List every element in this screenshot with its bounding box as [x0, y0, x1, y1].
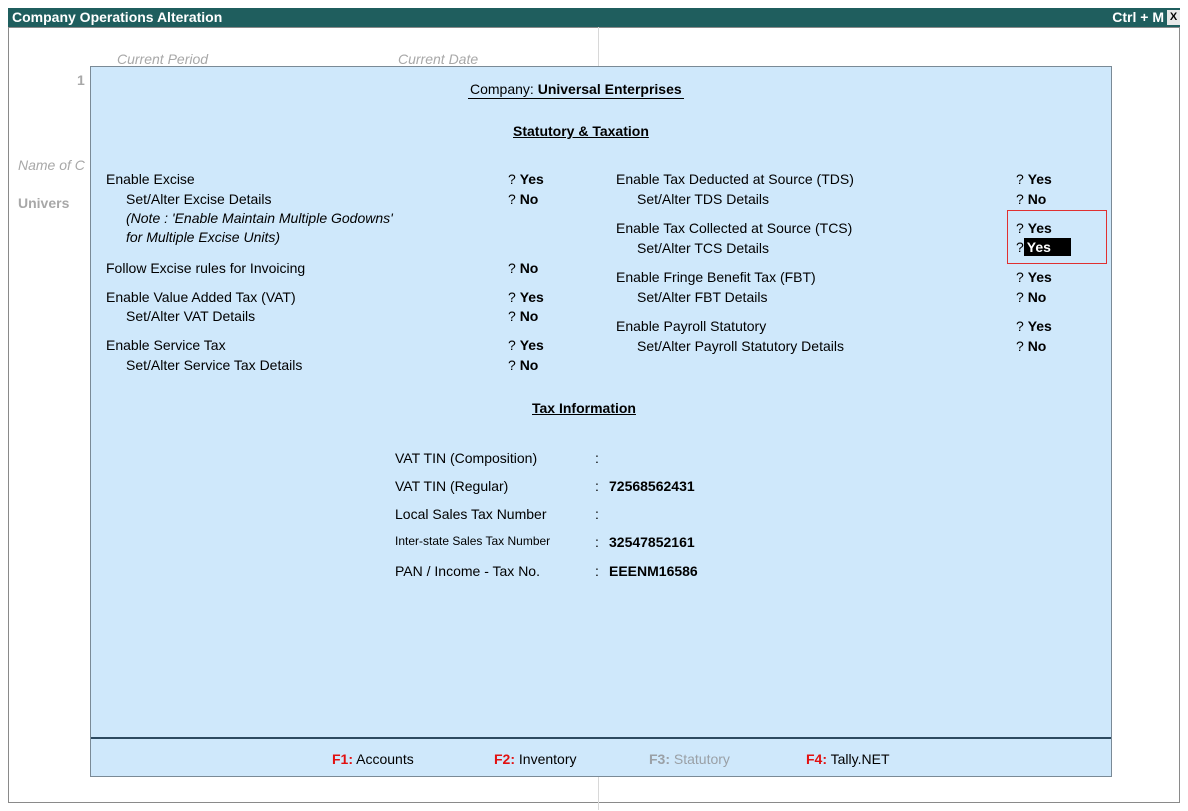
excise-details-label: Set/Alter Excise Details [126, 191, 272, 207]
shortcut-label: Ctrl + M [1112, 9, 1164, 25]
enable-payroll-field[interactable]: ? Yes [1016, 318, 1052, 334]
tds-details-label: Set/Alter TDS Details [637, 191, 770, 207]
enable-excise-field[interactable]: ? Yes [508, 171, 544, 187]
statutory-panel: Company: Universal Enterprises Statutory… [90, 66, 1112, 777]
payroll-details-label: Set/Alter Payroll Statutory Details [637, 338, 844, 354]
tcs-details-label: Set/Alter TCS Details [637, 240, 770, 256]
enable-tds-field[interactable]: ? Yes [1016, 171, 1052, 187]
pan-field[interactable]: EEENM16586 [609, 563, 698, 579]
pan-label: PAN / Income - Tax No. [395, 563, 540, 579]
fbt-details-label: Set/Alter FBT Details [637, 289, 768, 305]
interstate-sales-tax-colon: : [595, 534, 599, 550]
local-sales-tax-colon: : [595, 506, 599, 522]
interstate-sales-tax-label: Inter-state Sales Tax Number [395, 534, 551, 548]
local-sales-tax-label: Local Sales Tax Number [395, 506, 547, 522]
fbt-details-field[interactable]: ? No [1016, 289, 1046, 305]
vat-tin-regular-field[interactable]: 72568562431 [609, 478, 695, 494]
vat-tin-composition-label: VAT TIN (Composition) [395, 450, 538, 466]
pan-colon: : [595, 563, 599, 579]
enable-fbt-label: Enable Fringe Benefit Tax (FBT) [616, 269, 816, 285]
company-label: Company: [470, 81, 534, 97]
close-icon[interactable]: X [1167, 10, 1180, 25]
vat-tin-regular-label: VAT TIN (Regular) [395, 478, 509, 494]
excise-note-line2: for Multiple Excise Units) [126, 229, 281, 245]
payroll-details-field[interactable]: ? No [1016, 338, 1046, 354]
tax-info-section-title: Tax Information [532, 400, 636, 416]
excise-invoicing-field[interactable]: ? No [508, 260, 538, 276]
enable-excise-label: Enable Excise [106, 171, 195, 187]
f1-accounts-button[interactable]: F1: Accounts [332, 751, 414, 767]
f3-statutory-button: F3: Statutory [649, 751, 730, 767]
enable-service-tax-label: Enable Service Tax [106, 337, 226, 353]
vat-tin-composition-colon: : [595, 450, 599, 466]
footer-divider [91, 737, 1111, 739]
interstate-sales-tax-field[interactable]: 32547852161 [609, 534, 695, 550]
vat-tin-regular-colon: : [595, 478, 599, 494]
statutory-section-title: Statutory & Taxation [513, 123, 649, 139]
service-tax-details-field[interactable]: ? No [508, 357, 538, 373]
enable-tcs-label: Enable Tax Collected at Source (TCS) [616, 220, 853, 236]
company-name-label-partial: Name of C [18, 157, 85, 173]
service-tax-details-label: Set/Alter Service Tax Details [126, 357, 303, 373]
current-period-label: Current Period [117, 51, 209, 67]
period-value-partial: 1 [77, 72, 85, 88]
enable-vat-label: Enable Value Added Tax (VAT) [106, 289, 296, 305]
f2-inventory-button[interactable]: F2: Inventory [494, 751, 576, 767]
excise-details-field[interactable]: ? No [508, 191, 538, 207]
tds-details-field[interactable]: ? No [1016, 191, 1046, 207]
enable-tds-label: Enable Tax Deducted at Source (TDS) [616, 171, 854, 187]
enable-vat-field[interactable]: ? Yes [508, 289, 544, 305]
enable-fbt-field[interactable]: ? Yes [1016, 269, 1052, 285]
vat-details-label: Set/Alter VAT Details [126, 308, 256, 324]
f4-tallynet-button[interactable]: F4: Tally.NET [806, 751, 890, 767]
vat-details-field[interactable]: ? No [508, 308, 538, 324]
company-name-partial: Univers [18, 195, 70, 211]
enable-payroll-label: Enable Payroll Statutory [616, 318, 767, 334]
window-titlebar: Company Operations Alteration Ctrl + M X [8, 8, 1180, 27]
excise-note-line1: (Note : 'Enable Maintain Multiple Godown… [126, 210, 393, 226]
company-name: Universal Enterprises [537, 81, 682, 97]
excise-invoicing-label: Follow Excise rules for Invoicing [106, 260, 306, 276]
company-heading: Company: Universal Enterprises [468, 81, 684, 99]
current-date-label: Current Date [398, 51, 479, 67]
enable-service-tax-field[interactable]: ? Yes [508, 337, 544, 353]
window-title: Company Operations Alteration [12, 9, 223, 25]
highlight-box [1007, 210, 1107, 264]
